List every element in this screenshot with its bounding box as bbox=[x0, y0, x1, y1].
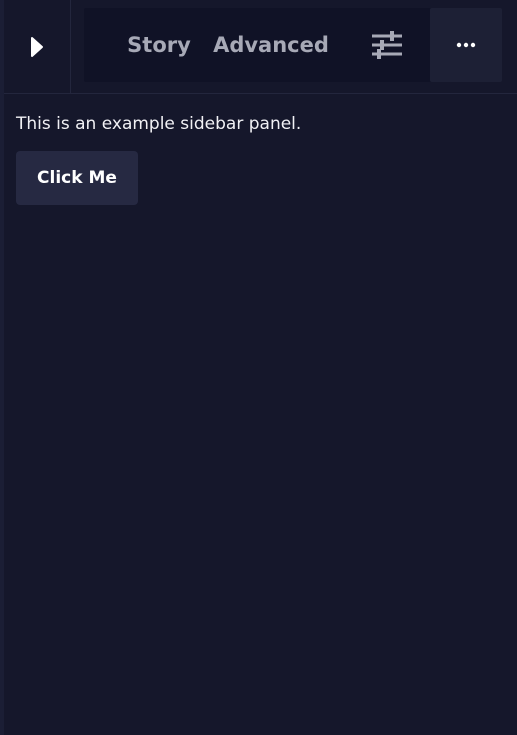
tab-story-label: Story bbox=[127, 33, 191, 57]
ellipsis-icon bbox=[456, 42, 476, 48]
sliders-icon bbox=[371, 31, 403, 59]
tab-advanced-label: Advanced bbox=[213, 33, 329, 57]
more-options-button[interactable] bbox=[430, 8, 502, 82]
play-button[interactable] bbox=[4, 0, 71, 94]
click-me-button[interactable]: Click Me bbox=[16, 151, 138, 205]
sidebar-panel: This is an example sidebar panel. Click … bbox=[16, 111, 511, 205]
settings-button[interactable] bbox=[359, 8, 415, 82]
top-bar: Story Advanced bbox=[4, 0, 517, 94]
play-icon bbox=[29, 36, 45, 58]
tab-bar: Story Advanced bbox=[84, 8, 502, 82]
sidebar-description: This is an example sidebar panel. bbox=[16, 114, 302, 134]
app-window: Story Advanced This is an example sideba… bbox=[0, 0, 517, 735]
tab-story[interactable]: Story bbox=[104, 8, 214, 82]
tab-advanced[interactable]: Advanced bbox=[212, 8, 330, 82]
